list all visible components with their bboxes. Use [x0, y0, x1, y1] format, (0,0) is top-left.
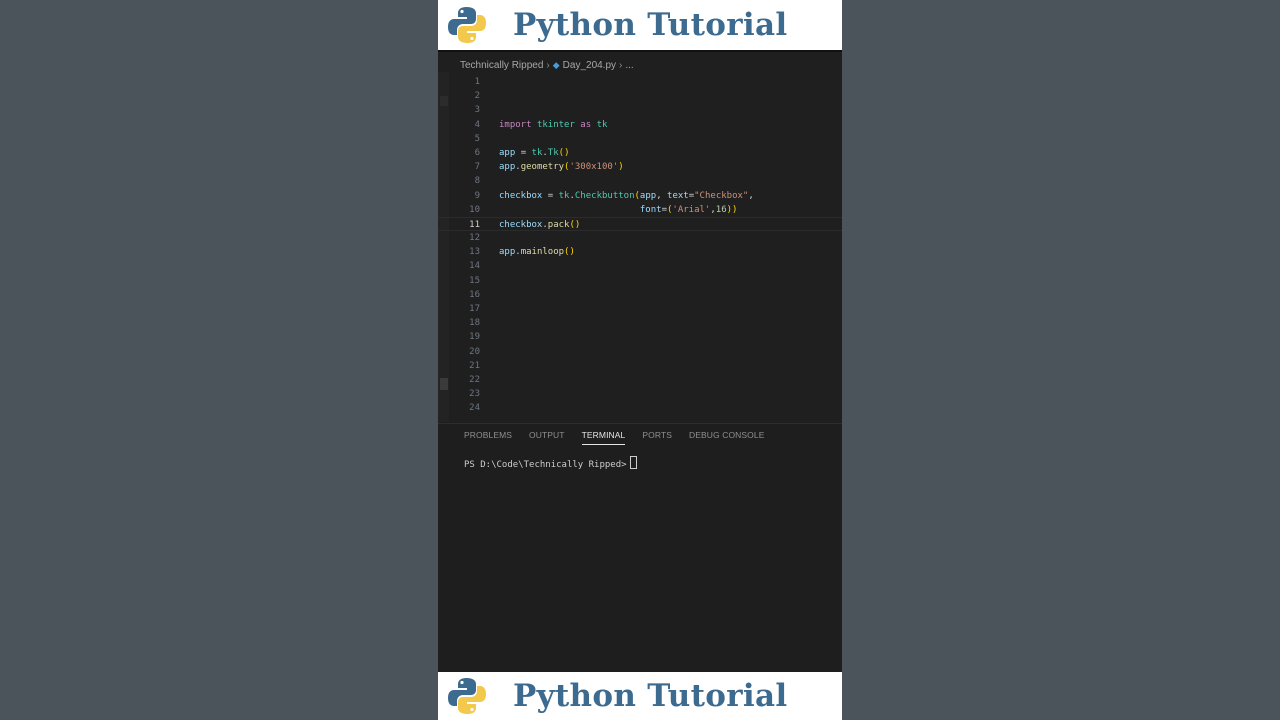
breadcrumb: Technically Ripped › ◆ Day_204.py ›...: [460, 60, 634, 71]
tab-problems[interactable]: PROBLEMS: [464, 430, 512, 445]
line-number: 5: [474, 133, 480, 144]
code-line[interactable]: 5: [438, 132, 842, 146]
line-number: 2: [474, 91, 480, 102]
code-editor[interactable]: Technically Ripped › ◆ Day_204.py ›... 1234i…: [438, 52, 842, 424]
banner-title: Python Tutorial: [513, 678, 788, 714]
line-number: 8: [474, 176, 480, 187]
code-line[interactable]: 3: [438, 103, 842, 117]
code-line[interactable]: 24: [438, 401, 842, 415]
line-number: 16: [469, 289, 480, 300]
code-line[interactable]: 15: [438, 274, 842, 288]
terminal-cursor: [629, 456, 637, 469]
terminal-prompt[interactable]: PS D:\Code\Technically Ripped>: [464, 456, 637, 470]
code-text[interactable]: checkbox.pack(): [499, 218, 580, 232]
line-number: 1: [474, 77, 480, 87]
code-line[interactable]: 2: [438, 89, 842, 103]
code-line[interactable]: 6 app = tk.Tk(): [438, 146, 842, 160]
tab-debug-console[interactable]: DEBUG CONSOLE: [689, 430, 764, 445]
code-line[interactable]: 21: [438, 359, 842, 373]
line-number: 7: [474, 162, 480, 173]
line-number: 11: [469, 219, 480, 230]
panel-tabs: PROBLEMS OUTPUT TERMINAL PORTS DEBUG CONSOLE: [464, 430, 781, 445]
code-line[interactable]: 8: [438, 174, 842, 188]
code-line[interactable]: 14: [438, 259, 842, 273]
code-lines[interactable]: 1 2 3 4 import tkinter as tk 5 6 app = tk.Tk() 7…: [438, 75, 842, 416]
code-line[interactable]: 19: [438, 330, 842, 344]
code-line[interactable]: 18: [438, 316, 842, 330]
python-logo-icon: [448, 7, 486, 43]
breadcrumb-more[interactable]: ...: [625, 60, 633, 71]
tab-output[interactable]: OUTPUT: [529, 430, 565, 445]
line-number: 13: [469, 247, 480, 258]
bottom-panel: PROBLEMS OUTPUT TERMINAL PORTS DEBUG CONSOLE…: [438, 424, 842, 672]
code-line[interactable]: 13 app.mainloop(): [438, 245, 842, 259]
code-text[interactable]: font=('Arial',16)): [499, 203, 738, 217]
code-line[interactable]: 17: [438, 302, 842, 316]
top-banner: Python Tutorial: [438, 0, 842, 50]
line-number: 17: [469, 304, 480, 314]
code-line[interactable]: 7 app.geometry('300x100'): [438, 160, 842, 174]
code-line[interactable]: 23: [438, 387, 842, 401]
line-number: 3: [474, 105, 480, 116]
tab-terminal[interactable]: TERMINAL: [581, 430, 626, 445]
background-right: [842, 0, 1280, 720]
line-number: 22: [469, 374, 480, 385]
line-number: 15: [469, 275, 480, 286]
code-line[interactable]: 12: [438, 231, 842, 245]
line-number: 6: [474, 147, 480, 158]
code-text[interactable]: app.geometry('300x100'): [499, 160, 624, 174]
python-logo-icon: [448, 678, 486, 714]
video-frame: Python Tutorial Technically Ripped › ◆ Day_…: [438, 0, 842, 720]
code-line[interactable]: 9 checkbox = tk.Checkbutton(app, text="Ch…: [438, 189, 842, 203]
line-number: 9: [474, 190, 480, 201]
line-number: 12: [469, 233, 480, 244]
bottom-banner: Python Tutorial: [438, 672, 842, 720]
code-text[interactable]: checkbox = tk.Checkbutton(app, text="Che…: [499, 189, 754, 203]
code-line[interactable]: 10 font=('Arial',16)): [438, 203, 842, 217]
background-left: [0, 0, 438, 720]
line-number: 18: [469, 318, 480, 329]
chevron-right-icon: ›: [546, 60, 550, 71]
code-line[interactable]: 16: [438, 288, 842, 302]
line-number: 20: [469, 346, 480, 357]
code-text[interactable]: app = tk.Tk(): [499, 146, 569, 160]
terminal-prompt-text: PS D:\Code\Technically Ripped>: [464, 460, 627, 470]
code-text[interactable]: app.mainloop(): [499, 245, 575, 259]
code-line[interactable]: 11 checkbox.pack(): [438, 216, 842, 232]
line-number: 21: [469, 360, 480, 371]
breadcrumb-file[interactable]: Day_204.py: [563, 60, 616, 71]
line-number: 24: [469, 403, 480, 414]
line-number: 14: [469, 261, 480, 272]
tab-ports[interactable]: PORTS: [642, 430, 672, 445]
python-file-icon: ◆: [552, 60, 560, 70]
code-line[interactable]: 22: [438, 373, 842, 387]
code-line[interactable]: 1: [438, 75, 842, 89]
breadcrumb-folder[interactable]: Technically Ripped: [460, 60, 543, 71]
code-line[interactable]: 20: [438, 345, 842, 359]
code-line[interactable]: 4 import tkinter as tk: [438, 118, 842, 132]
line-number: 23: [469, 389, 480, 400]
chevron-right-icon: ›: [619, 60, 623, 71]
line-number: 19: [469, 332, 480, 343]
line-number: 4: [474, 119, 480, 130]
line-number: 10: [469, 204, 480, 215]
code-text[interactable]: import tkinter as tk: [499, 118, 607, 132]
banner-title: Python Tutorial: [513, 7, 788, 43]
